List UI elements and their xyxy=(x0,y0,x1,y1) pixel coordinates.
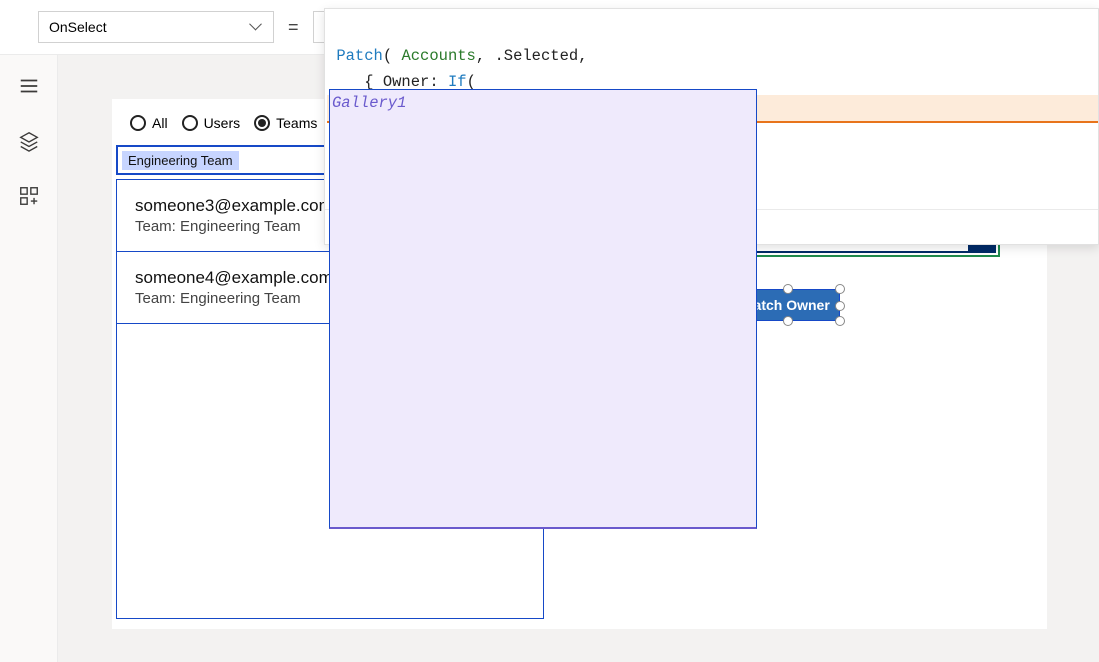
property-dropdown[interactable]: OnSelect xyxy=(38,11,274,43)
selection-handle[interactable] xyxy=(835,301,845,311)
property-dropdown-value: OnSelect xyxy=(49,19,107,35)
radio-all[interactable]: All xyxy=(130,115,168,131)
radio-icon xyxy=(130,115,146,131)
patch-owner-label: Patch Owner xyxy=(744,297,830,313)
hamburger-icon[interactable] xyxy=(18,75,40,102)
chevron-down-icon xyxy=(251,21,263,33)
layers-icon[interactable] xyxy=(18,130,40,157)
token-gallery1: Gallery1 xyxy=(329,89,757,529)
radio-group-filter[interactable]: All Users Teams xyxy=(130,115,317,131)
token-fn-patch: Patch xyxy=(336,47,383,65)
gallery-item-subtitle: Team: Engineering Team xyxy=(135,290,333,307)
gallery-item-title: someone4@example.com xyxy=(135,268,333,288)
combobox-team-chip: Engineering Team xyxy=(122,151,239,170)
radio-teams[interactable]: Teams xyxy=(254,115,317,131)
selection-handle[interactable] xyxy=(835,316,845,326)
gallery-item-title: someone3@example.com xyxy=(135,196,333,216)
token-accounts: Accounts xyxy=(401,47,475,65)
selection-handle[interactable] xyxy=(835,284,845,294)
formula-panel: Patch( Accounts, Gallery1.Selected, { Ow… xyxy=(324,8,1099,245)
radio-users-label: Users xyxy=(204,115,241,131)
selection-handle[interactable] xyxy=(783,316,793,326)
grid-plus-icon[interactable] xyxy=(18,185,40,212)
equals-sign: = xyxy=(288,17,299,38)
radio-icon xyxy=(254,115,270,131)
radio-icon xyxy=(182,115,198,131)
selection-handle[interactable] xyxy=(783,284,793,294)
radio-all-label: All xyxy=(152,115,168,131)
gallery-item-subtitle: Team: Engineering Team xyxy=(135,218,333,235)
radio-users[interactable]: Users xyxy=(182,115,241,131)
radio-teams-label: Teams xyxy=(276,115,317,131)
formula-editor[interactable]: Patch( Accounts, Gallery1.Selected, { Ow… xyxy=(325,9,1098,209)
left-rail xyxy=(0,55,58,662)
